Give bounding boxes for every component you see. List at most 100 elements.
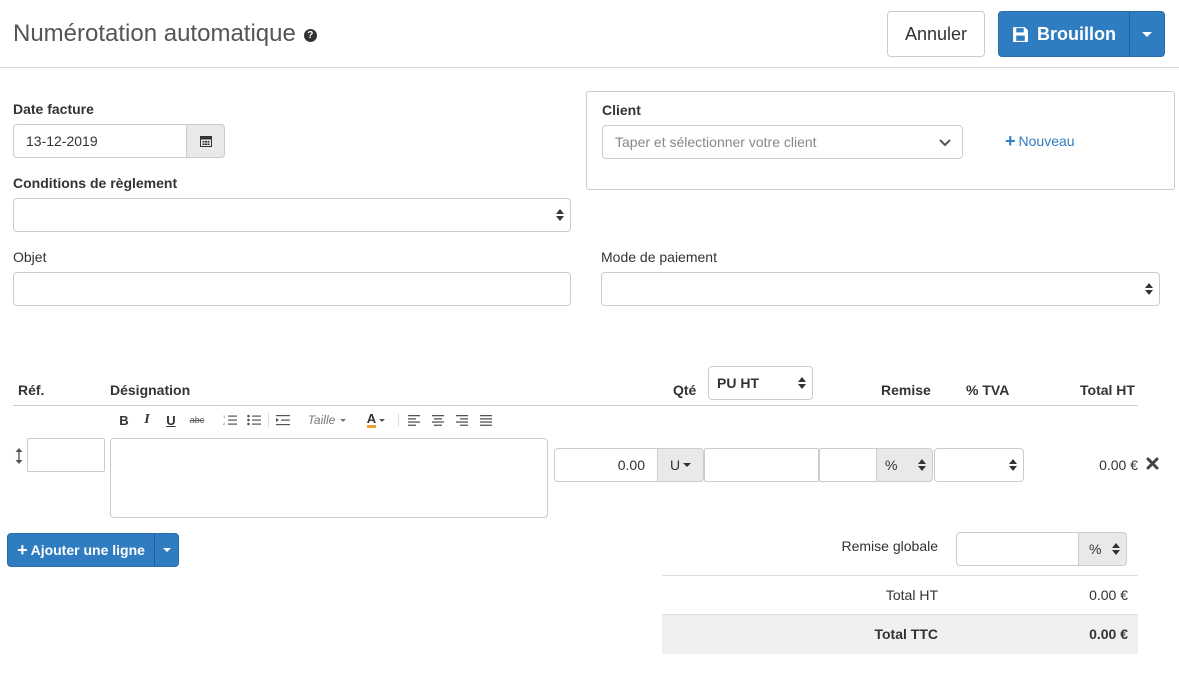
remove-line-icon[interactable]: [1146, 457, 1159, 470]
page-title-text: Numérotation automatique: [13, 20, 296, 47]
unit-dropdown[interactable]: U: [657, 448, 704, 482]
col-vat: % TVA: [966, 382, 1010, 398]
italic-button[interactable]: I: [139, 411, 155, 429]
font-size-label: Taille: [307, 413, 336, 427]
draft-dropdown-toggle[interactable]: [1130, 12, 1164, 56]
totals-divider: [662, 575, 1138, 576]
unit-price-input[interactable]: [704, 448, 819, 482]
col-designation: Désignation: [110, 382, 191, 398]
draft-button-label: Brouillon: [1037, 23, 1116, 44]
font-size-dropdown[interactable]: Taille: [304, 411, 350, 429]
date-input[interactable]: 13-12-2019: [13, 124, 187, 158]
discount-input[interactable]: [819, 448, 877, 482]
total-ht-value: 0.00 €: [1089, 587, 1128, 603]
select-arrows-icon: [1145, 283, 1153, 295]
chevron-down-icon: [939, 139, 951, 147]
header-divider: [0, 67, 1179, 68]
caret-down-icon: [1142, 31, 1152, 37]
align-center-button[interactable]: [430, 411, 446, 429]
cancel-button[interactable]: Annuler: [887, 11, 985, 57]
plus-icon: +: [1005, 131, 1016, 151]
table-header-divider: [13, 405, 1138, 406]
designation-editor[interactable]: [110, 438, 548, 518]
new-client-link[interactable]: + Nouveau: [1005, 131, 1075, 151]
align-justify-icon: [480, 414, 492, 426]
toolbar-separator: [268, 413, 269, 427]
col-ref: Réf.: [18, 382, 45, 398]
client-select[interactable]: Taper et sélectionner votre client: [602, 125, 963, 159]
price-type-value: PU HT: [717, 375, 759, 391]
caret-down-icon: [379, 418, 386, 422]
date-value: 13-12-2019: [26, 133, 98, 149]
total-ttc-value: 0.00 €: [1089, 626, 1128, 642]
unordered-list-icon: [247, 414, 261, 426]
align-left-icon: [408, 414, 420, 426]
add-line-label: Ajouter une ligne: [30, 542, 145, 558]
add-line-button[interactable]: + Ajouter une ligne: [8, 534, 155, 566]
align-left-button[interactable]: [406, 411, 422, 429]
underline-button[interactable]: U: [163, 411, 179, 429]
conditions-label: Conditions de règlement: [13, 175, 178, 191]
global-discount-type-select[interactable]: %: [1078, 532, 1127, 566]
new-client-label: Nouveau: [1018, 133, 1075, 149]
bold-button[interactable]: B: [116, 411, 132, 429]
objet-input[interactable]: [13, 272, 571, 306]
caret-down-icon: [683, 463, 692, 467]
calendar-button[interactable]: [186, 124, 225, 158]
help-icon[interactable]: ?: [303, 29, 317, 42]
align-center-icon: [432, 414, 444, 426]
drag-handle-icon[interactable]: [14, 447, 24, 465]
payment-mode-select[interactable]: [601, 272, 1160, 306]
indent-button[interactable]: [274, 411, 292, 429]
select-arrows-icon: [1112, 543, 1120, 555]
draft-button[interactable]: Brouillon: [999, 12, 1130, 56]
select-arrows-icon: [798, 377, 806, 389]
toolbar-separator: [398, 413, 399, 427]
discount-type-select[interactable]: %: [876, 448, 933, 482]
text-color-dropdown[interactable]: A: [361, 411, 391, 429]
save-icon: [1013, 26, 1028, 42]
ref-input[interactable]: [27, 438, 105, 472]
align-right-icon: [456, 414, 468, 426]
text-color-icon: A: [366, 410, 377, 428]
select-arrows-icon: [918, 459, 926, 471]
align-justify-button[interactable]: [478, 411, 494, 429]
unordered-list-button[interactable]: [245, 411, 263, 429]
line-total: 0.00 €: [1099, 457, 1138, 473]
discount-type-value: %: [885, 457, 898, 473]
ordered-list-button[interactable]: 1 2: [221, 411, 239, 429]
select-arrows-icon: [1009, 459, 1017, 471]
caret-down-icon: [340, 418, 347, 422]
plus-icon: +: [17, 540, 28, 560]
col-total: Total HT: [1080, 382, 1135, 398]
ordered-list-icon: 1 2: [223, 414, 237, 426]
svg-text:2: 2: [223, 421, 226, 426]
draft-button-group: Brouillon: [998, 11, 1165, 57]
vat-select[interactable]: [934, 448, 1024, 482]
calendar-icon: [199, 136, 212, 147]
svg-text:1: 1: [223, 414, 226, 419]
client-label: Client: [602, 102, 641, 118]
caret-down-icon: [162, 548, 171, 552]
objet-label: Objet: [13, 249, 47, 265]
qty-input[interactable]: 0.00: [554, 448, 658, 482]
indent-icon: [276, 415, 290, 426]
payment-mode-label: Mode de paiement: [601, 249, 717, 265]
unit-value: U: [669, 457, 681, 473]
total-ttc-label: Total TTC: [874, 626, 938, 642]
global-discount-input[interactable]: [956, 532, 1079, 566]
qty-value: 0.00: [617, 457, 645, 473]
global-discount-label: Remise globale: [841, 538, 939, 554]
global-discount-type-value: %: [1089, 541, 1102, 557]
conditions-select[interactable]: [13, 198, 571, 232]
align-right-button[interactable]: [454, 411, 470, 429]
strikethrough-button[interactable]: abc: [186, 411, 208, 429]
col-discount: Remise: [881, 382, 931, 398]
date-label: Date facture: [13, 101, 94, 117]
col-qty: Qté: [673, 382, 697, 398]
add-line-dropdown-toggle[interactable]: [155, 534, 178, 566]
client-placeholder: Taper et sélectionner votre client: [615, 134, 817, 150]
price-type-select[interactable]: PU HT: [708, 366, 813, 400]
select-arrows-icon: [556, 209, 564, 221]
page-title: Numérotation automatique ?: [13, 18, 317, 50]
